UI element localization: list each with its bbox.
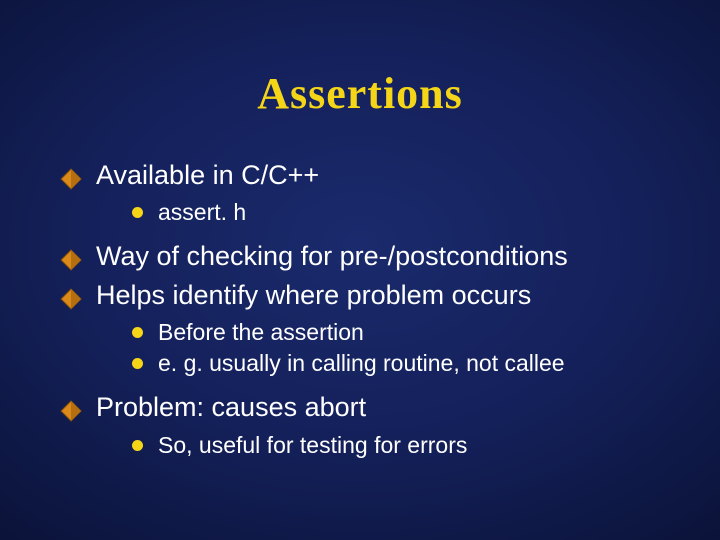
sub-bullet-item: Before the assertion — [96, 317, 660, 348]
bullet-item: Available in C/C++ assert. h — [60, 157, 660, 228]
sub-bullet-text: Before the assertion — [158, 319, 364, 345]
sub-list: Before the assertion e. g. usually in ca… — [96, 317, 660, 379]
diamond-bullet-icon — [60, 163, 82, 185]
bullet-item: Helps identify where problem occurs Befo… — [60, 277, 660, 380]
bullet-text: Way of checking for pre-/postconditions — [96, 241, 568, 271]
bullet-text: Helps identify where problem occurs — [96, 280, 531, 310]
sub-bullet-item: assert. h — [96, 197, 660, 228]
bullet-item: Problem: causes abort So, useful for tes… — [60, 389, 660, 460]
sub-bullet-item: So, useful for testing for errors — [96, 430, 660, 461]
bullet-text: Problem: causes abort — [96, 392, 366, 422]
sub-bullet-text: e. g. usually in calling routine, not ca… — [158, 350, 565, 376]
sub-list: assert. h — [96, 197, 660, 228]
slide: Assertions Available in C/C++ assert. h … — [0, 0, 720, 540]
sub-bullet-text: assert. h — [158, 199, 246, 225]
sub-bullet-text: So, useful for testing for errors — [158, 432, 467, 458]
diamond-bullet-icon — [60, 244, 82, 266]
diamond-bullet-icon — [60, 395, 82, 417]
sub-bullet-item: e. g. usually in calling routine, not ca… — [96, 348, 660, 379]
bullet-text: Available in C/C++ — [96, 160, 319, 190]
dot-bullet-icon — [132, 327, 143, 338]
dot-bullet-icon — [132, 358, 143, 369]
diamond-bullet-icon — [60, 283, 82, 305]
bullet-list: Available in C/C++ assert. h Way of chec… — [60, 157, 660, 461]
sub-list: So, useful for testing for errors — [96, 430, 660, 461]
dot-bullet-icon — [132, 207, 143, 218]
slide-title: Assertions — [60, 68, 660, 119]
dot-bullet-icon — [132, 440, 143, 451]
bullet-item: Way of checking for pre-/postconditions — [60, 238, 660, 274]
